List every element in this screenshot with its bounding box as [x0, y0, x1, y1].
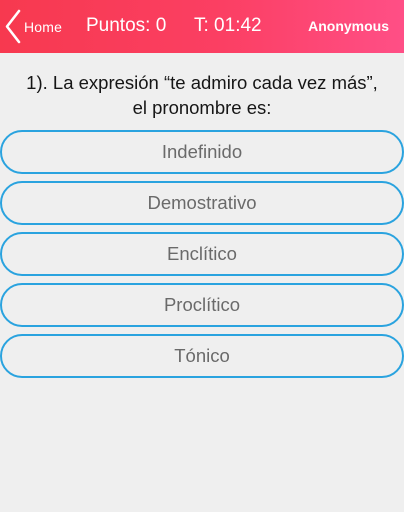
answer-option-5[interactable]: Tónico	[0, 334, 404, 378]
home-button[interactable]: Home	[4, 8, 62, 45]
chevron-left-icon	[5, 9, 21, 44]
answer-option-4[interactable]: Proclítico	[0, 283, 404, 327]
timer-display: T: 01:42	[194, 15, 262, 36]
score-display: Puntos: 0	[86, 15, 167, 36]
answer-option-2[interactable]: Demostrativo	[0, 181, 404, 225]
user-name[interactable]: Anonymous	[308, 18, 389, 34]
answer-option-1[interactable]: Indefinido	[0, 130, 404, 174]
question-line-1: 1). La expresión “te admiro cada vez más…	[26, 72, 378, 93]
home-label: Home	[24, 18, 63, 35]
question-text: 1). La expresión “te admiro cada vez más…	[0, 70, 404, 120]
quiz-screen: Home Puntos: 0 T: 01:42 Anonymous 1). La…	[0, 0, 404, 512]
question-line-2: el pronombre es:	[132, 97, 272, 118]
answer-option-3[interactable]: Enclítico	[0, 232, 404, 276]
top-bar: Home Puntos: 0 T: 01:42 Anonymous	[0, 0, 404, 53]
